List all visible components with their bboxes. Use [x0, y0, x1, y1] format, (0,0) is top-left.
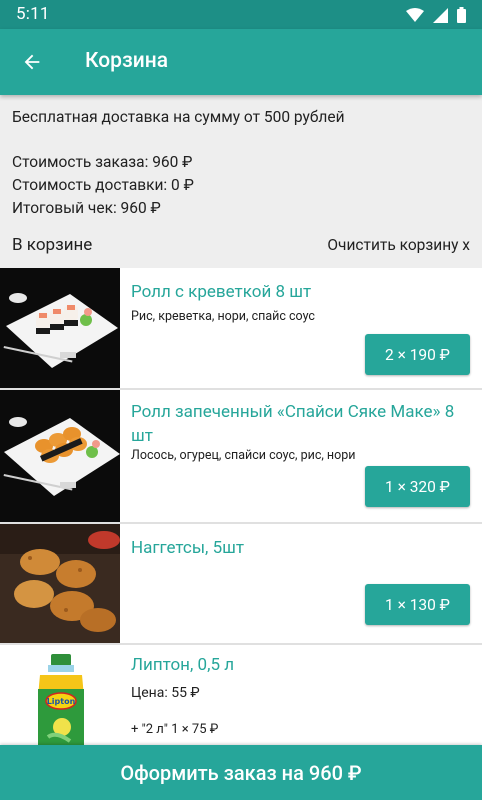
- item-name[interactable]: Липтон, 0,5 л: [131, 653, 458, 677]
- delivery-cost: Стоимость доставки: 0 ₽: [12, 176, 194, 194]
- item-description: Лосось, огурец, спайси соус, рис, нори: [131, 448, 356, 463]
- arrow-back-icon: [24, 54, 40, 70]
- order-total: Итоговый чек: 960 ₽: [12, 199, 161, 217]
- status-time: 5:11: [16, 4, 50, 24]
- svg-text:Lipton: Lipton: [47, 697, 76, 706]
- quantity-price-button[interactable]: 1 × 320 ₽: [365, 466, 470, 507]
- page-title: Корзина: [85, 49, 169, 73]
- item-name[interactable]: Наггетсы, 5шт: [131, 536, 458, 560]
- app-bar: Корзина: [0, 29, 482, 95]
- cart-item: Наггетсы, 5шт 1 × 130 ₽: [0, 524, 482, 643]
- quantity-price-button[interactable]: 2 × 190 ₽: [365, 334, 470, 375]
- product-image: [0, 390, 120, 522]
- item-option: + "2 л" 1 × 75 ₽: [131, 722, 219, 737]
- status-bar: 5:11: [0, 0, 482, 29]
- battery-icon: [457, 7, 466, 23]
- order-cost: Стоимость заказа: 960 ₽: [12, 153, 193, 171]
- order-summary: Бесплатная доставка на сумму от 500 рубл…: [0, 95, 482, 268]
- in-cart-heading: В корзине: [12, 235, 93, 255]
- item-unit-price: Цена: 55 ₽: [131, 685, 200, 701]
- signal-icon: [433, 7, 448, 23]
- item-name[interactable]: Ролл запеченный «Спайси Сяке Маке» 8 шт: [131, 400, 458, 448]
- wifi-icon: [406, 8, 424, 22]
- clear-cart-button[interactable]: Очистить корзину x: [327, 236, 470, 254]
- cart-list[interactable]: Ролл с креветкой 8 шт Рис, креветка, нор…: [0, 268, 482, 745]
- status-icons: [406, 7, 466, 23]
- item-name[interactable]: Ролл с креветкой 8 шт: [131, 280, 458, 304]
- quantity-price-button[interactable]: 1 × 130 ₽: [365, 584, 470, 625]
- product-image: [0, 524, 120, 643]
- cart-item: Lipton Липтон, 0,5 л Цена: 55 ₽ + "2 л" …: [0, 645, 482, 745]
- cart-item: Ролл с креветкой 8 шт Рис, креветка, нор…: [0, 268, 482, 388]
- cart-item: Ролл запеченный «Спайси Сяке Маке» 8 шт …: [0, 390, 482, 522]
- back-button[interactable]: [16, 46, 48, 78]
- product-image: [0, 268, 120, 388]
- product-image: Lipton: [0, 645, 120, 745]
- item-description: Рис, креветка, нори, спайс соус: [131, 309, 315, 324]
- checkout-button[interactable]: Оформить заказ на 960 ₽: [0, 745, 482, 800]
- free-delivery-note: Бесплатная доставка на сумму от 500 рубл…: [12, 108, 345, 126]
